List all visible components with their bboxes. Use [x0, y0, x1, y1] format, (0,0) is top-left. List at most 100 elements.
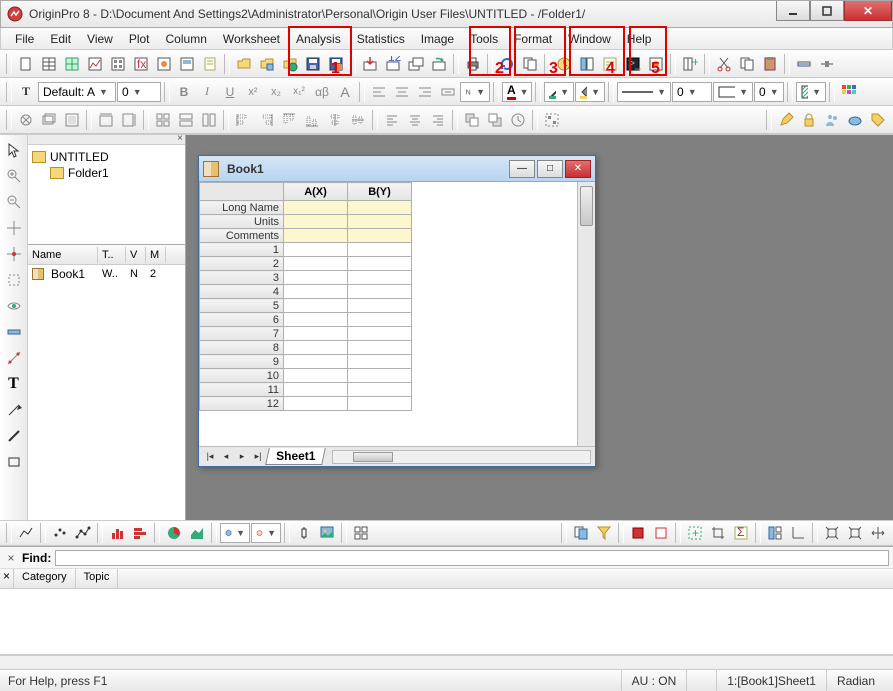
edit-mode-button[interactable] [775, 109, 797, 131]
row-6[interactable]: 6 [200, 313, 284, 327]
menu-view[interactable]: View [79, 30, 121, 48]
stat-plot-button[interactable] [293, 522, 315, 544]
open-template-button[interactable] [256, 53, 278, 75]
pie-plot-button[interactable] [163, 522, 185, 544]
data-reader-tool[interactable] [3, 243, 25, 265]
slider-button[interactable] [816, 53, 838, 75]
col-mod[interactable]: M [146, 247, 166, 263]
open-excel-button[interactable] [279, 53, 301, 75]
save-template-button[interactable] [325, 53, 347, 75]
recalculate-button[interactable] [553, 53, 575, 75]
extract-button[interactable] [61, 109, 83, 131]
new-workbook-button[interactable] [38, 53, 60, 75]
zoom-out-tool[interactable] [3, 191, 25, 213]
menu-help[interactable]: Help [619, 30, 660, 48]
new-layout-button[interactable] [176, 53, 198, 75]
mask-remove-button[interactable] [650, 522, 672, 544]
grid2-button[interactable] [175, 109, 197, 131]
contour-plot-combo[interactable]: ▼ [251, 523, 281, 543]
row-9[interactable]: 9 [200, 355, 284, 369]
sheet-nav-first[interactable]: |◂ [203, 450, 217, 464]
border-width-combo[interactable]: 0▼ [754, 82, 784, 102]
pointer-tool[interactable] [3, 139, 25, 161]
area-plot-button[interactable] [186, 522, 208, 544]
people-button[interactable] [821, 109, 843, 131]
import-multiple-button[interactable] [405, 53, 427, 75]
data-selector-tool[interactable] [3, 269, 25, 291]
new-graph-button[interactable] [84, 53, 106, 75]
front-button[interactable] [461, 109, 483, 131]
align-right-button[interactable] [414, 81, 436, 103]
scatter-plot-button[interactable] [49, 522, 71, 544]
font-size-combo[interactable]: 0▼ [117, 82, 161, 102]
results-log-button[interactable] [599, 53, 621, 75]
menu-window[interactable]: Window [560, 30, 619, 48]
row-5[interactable]: 5 [200, 299, 284, 313]
new-project-button[interactable] [15, 53, 37, 75]
align-center-button[interactable] [391, 81, 413, 103]
print-button[interactable] [462, 53, 484, 75]
row-11[interactable]: 11 [200, 383, 284, 397]
merge-button[interactable] [437, 81, 459, 103]
arrow-tool[interactable] [3, 399, 25, 421]
cloud-button[interactable] [844, 109, 866, 131]
maximize-button[interactable] [810, 1, 844, 21]
row-2[interactable]: 2 [200, 257, 284, 271]
tree-folder[interactable]: Folder1 [32, 165, 181, 181]
find-close[interactable]: × [4, 551, 18, 565]
refresh-button[interactable] [496, 53, 518, 75]
find-tabs-close[interactable]: × [0, 569, 14, 588]
roi-crop-button[interactable] [707, 522, 729, 544]
menu-image[interactable]: Image [413, 30, 462, 48]
row-comments[interactable]: Comments [200, 229, 284, 243]
superscript-button[interactable]: x² [242, 81, 264, 103]
fill-color-combo[interactable]: ▼ [575, 82, 605, 102]
font-combo[interactable]: Default: A▼ [38, 82, 116, 102]
roi-stats-button[interactable]: Σ [730, 522, 752, 544]
zoom-in-tool[interactable] [3, 165, 25, 187]
draw-data-tool[interactable] [3, 347, 25, 369]
mask-tool[interactable] [3, 295, 25, 317]
text-tool-button[interactable]: T [15, 81, 37, 103]
antialias-button[interactable] [15, 109, 37, 131]
bold-button[interactable]: B [173, 81, 195, 103]
align-l-button[interactable] [232, 109, 254, 131]
underline-button[interactable]: U [219, 81, 241, 103]
roi-add-button[interactable]: + [684, 522, 706, 544]
screen-reader-tool[interactable] [3, 217, 25, 239]
row-10[interactable]: 10 [200, 369, 284, 383]
row-4[interactable]: 4 [200, 285, 284, 299]
italic-button[interactable]: I [196, 81, 218, 103]
workbook-titlebar[interactable]: Book1 — □ ✕ [199, 156, 595, 182]
new-notes-button[interactable] [199, 53, 221, 75]
paste-button[interactable] [759, 53, 781, 75]
add-top-x-button[interactable] [95, 109, 117, 131]
align-vc-button[interactable] [347, 109, 369, 131]
duplicate-button[interactable] [519, 53, 541, 75]
mask-copy-button[interactable] [570, 522, 592, 544]
just-left-button[interactable] [381, 109, 403, 131]
scale-out-button[interactable] [844, 522, 866, 544]
row-longname[interactable]: Long Name [200, 201, 284, 215]
add-right-y-button[interactable] [118, 109, 140, 131]
menu-statistics[interactable]: Statistics [349, 30, 413, 48]
menu-format[interactable]: Format [506, 30, 560, 48]
row-12[interactable]: 12 [200, 397, 284, 411]
project-tree-close[interactable]: × [177, 133, 183, 144]
palette-button[interactable] [838, 81, 860, 103]
menu-worksheet[interactable]: Worksheet [215, 30, 288, 48]
worksheet-grid[interactable]: A(X)B(Y) Long Name Units Comments 1 2 3 … [199, 182, 577, 446]
save-button[interactable] [302, 53, 324, 75]
zoom-range-button[interactable] [793, 53, 815, 75]
row-units[interactable]: Units [200, 215, 284, 229]
subscript-button[interactable]: x₂ [265, 81, 287, 103]
open-button[interactable] [233, 53, 255, 75]
menu-analysis[interactable]: Analysis [288, 30, 349, 48]
line-width-combo[interactable]: 0▼ [672, 82, 712, 102]
line-symbol-button[interactable] [72, 522, 94, 544]
image-plot-button[interactable] [316, 522, 338, 544]
mask-filter-button[interactable] [593, 522, 615, 544]
row-3[interactable]: 3 [200, 271, 284, 285]
text-rotate-combo[interactable]: N▼ [460, 82, 490, 102]
menu-column[interactable]: Column [158, 30, 215, 48]
